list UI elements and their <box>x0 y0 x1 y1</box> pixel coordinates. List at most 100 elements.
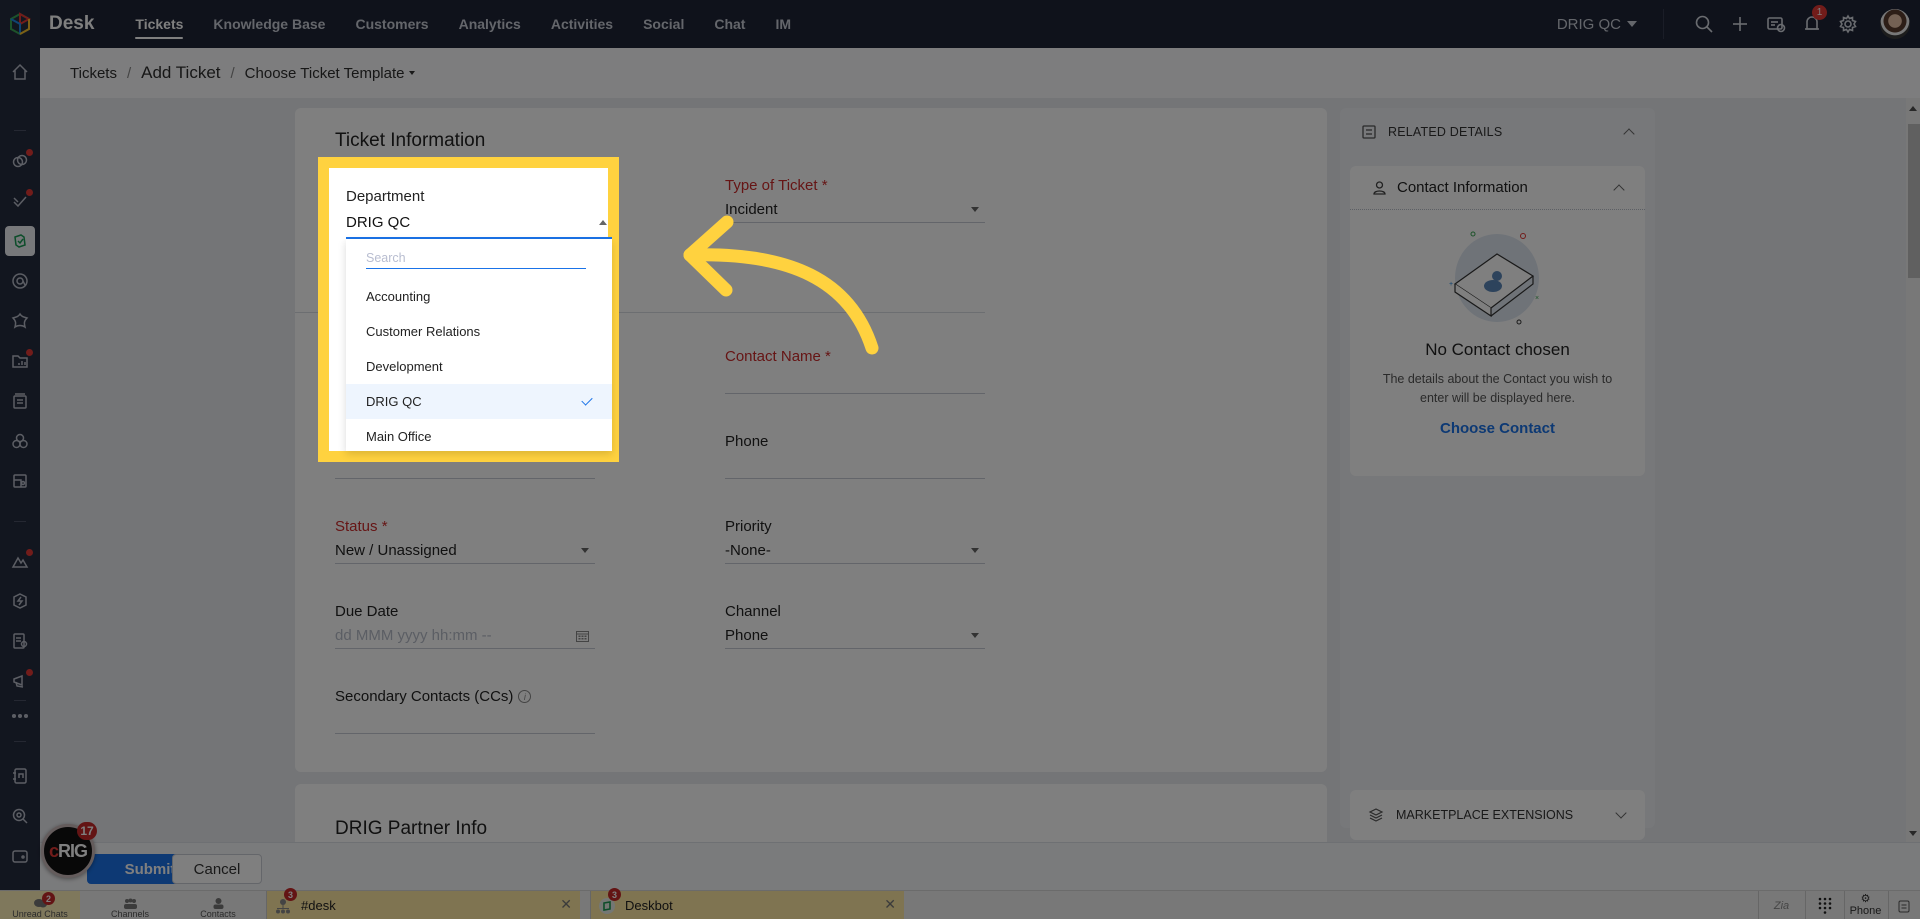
close-icon[interactable]: ✕ <box>884 896 896 913</box>
wallet-icon <box>12 850 28 863</box>
scrollbar-thumb[interactable] <box>1908 124 1920 278</box>
close-icon[interactable]: ✕ <box>560 896 572 913</box>
chat-tab-deskbot[interactable]: Deskbot 3 ✕ <box>590 888 904 919</box>
department-switcher-label: DRIG QC <box>1556 15 1621 33</box>
department-search-input[interactable]: Search <box>366 247 586 269</box>
contact-information-header[interactable]: Contact Information <box>1350 166 1645 210</box>
add-button[interactable] <box>1722 0 1758 48</box>
info-icon[interactable]: i <box>518 690 532 703</box>
sidebar-more[interactable] <box>5 701 35 731</box>
layers-icon <box>1368 808 1384 822</box>
main-nav: Tickets Knowledge Base Customers Analyti… <box>120 0 806 48</box>
nav-chat[interactable]: Chat <box>699 0 760 48</box>
page-scrollbar[interactable] <box>1906 98 1920 842</box>
breadcrumb-tickets[interactable]: Tickets <box>70 65 117 82</box>
ticket-info-button[interactable] <box>1758 0 1794 48</box>
dialpad-button[interactable] <box>1805 891 1843 919</box>
option-label: Customer Relations <box>366 324 481 339</box>
option-label: Development <box>366 359 443 374</box>
type-of-ticket-select[interactable]: Incident <box>725 197 985 223</box>
user-icon <box>1373 181 1386 195</box>
more-dots-icon <box>11 713 29 719</box>
nav-tickets[interactable]: Tickets <box>120 0 198 48</box>
phone-input[interactable] <box>725 453 985 479</box>
settings-button[interactable] <box>1830 0 1866 48</box>
priority-select[interactable]: -None- <box>725 538 985 564</box>
secondary-contacts-input[interactable] <box>335 708 595 734</box>
channels-tab[interactable]: Channels <box>90 891 170 919</box>
sidebar-knowledge[interactable] <box>5 626 35 656</box>
annotation-arrow-icon <box>683 215 879 355</box>
contacts-tab[interactable]: Contacts <box>178 891 258 919</box>
nav-customers[interactable]: Customers <box>340 0 443 48</box>
sidebar-search-analysis[interactable] <box>5 801 35 831</box>
nav-social[interactable]: Social <box>628 0 699 48</box>
nav-activities[interactable]: Activities <box>536 0 628 48</box>
due-date-input[interactable]: dd MMM yyyy hh:mm -- <box>335 623 595 649</box>
department-select[interactable]: DRIG QC <box>346 207 612 239</box>
sidebar-articles[interactable] <box>5 386 35 416</box>
list-icon <box>1362 125 1376 139</box>
sidebar-community[interactable] <box>5 546 35 576</box>
sidebar-modules[interactable] <box>5 426 35 456</box>
scroll-up-arrow[interactable] <box>1909 106 1917 111</box>
notifications-button[interactable]: 1 <box>1794 0 1830 48</box>
status-select[interactable]: New / Unassigned <box>335 538 595 564</box>
option-label: Accounting <box>366 289 431 304</box>
sidebar-notebook[interactable] <box>5 761 35 791</box>
breadcrumb-separator: / <box>230 64 235 82</box>
sidebar-mentions[interactable] <box>5 266 35 296</box>
scroll-down-arrow[interactable] <box>1909 831 1917 836</box>
caret-down-icon <box>971 548 979 553</box>
contact-information-card: Contact Information + × No Contact chose… <box>1350 166 1645 476</box>
section-title: DRIG Partner Info <box>335 818 488 839</box>
calendar-icon[interactable] <box>576 630 589 642</box>
chevron-up-icon[interactable] <box>1623 128 1635 140</box>
department-option-main-office[interactable]: Main Office <box>346 419 612 454</box>
channel-select[interactable]: Phone <box>725 623 985 649</box>
phone-settings-button[interactable]: ⚙ Phone <box>1844 891 1886 919</box>
search-button[interactable] <box>1686 0 1722 48</box>
priority-value: -None- <box>725 542 771 559</box>
zia-button[interactable]: Zia <box>1758 891 1804 919</box>
related-details-header[interactable]: RELATED DETAILS <box>1340 108 1655 156</box>
contact-name-input[interactable] <box>725 368 985 394</box>
due-date-placeholder: dd MMM yyyy hh:mm -- <box>335 627 492 644</box>
department-option-accounting[interactable]: Accounting <box>346 279 612 314</box>
sidebar-layouts[interactable] <box>5 466 35 496</box>
department-option-development[interactable]: Development <box>346 349 612 384</box>
chat-tab-desk[interactable]: #desk 3 ✕ <box>266 888 580 919</box>
chevron-up-icon[interactable] <box>1613 183 1625 196</box>
integrations-icon <box>11 312 29 329</box>
nav-analytics[interactable]: Analytics <box>444 0 536 48</box>
sidebar-approvals[interactable] <box>5 186 35 216</box>
unread-chats-label: Unread Chats <box>12 909 68 919</box>
department-option-drig-qc[interactable]: DRIG QC <box>346 384 612 419</box>
choose-ticket-template-menu[interactable]: Choose Ticket Template <box>245 65 416 82</box>
department-option-customer-relations[interactable]: Customer Relations <box>346 314 612 349</box>
contacts-label: Contacts <box>200 909 236 919</box>
notes-button[interactable] <box>1888 891 1920 919</box>
section-title: Ticket Information <box>335 130 486 151</box>
nav-knowledge-base[interactable]: Knowledge Base <box>198 0 340 48</box>
sidebar-collaboration[interactable] <box>5 146 35 176</box>
chevron-down-icon[interactable] <box>1615 807 1627 819</box>
nav-im[interactable]: IM <box>760 0 806 48</box>
gear-icon <box>1839 14 1857 34</box>
desk-logo[interactable] <box>0 0 40 48</box>
department-switcher[interactable]: DRIG QC <box>1537 9 1664 39</box>
caret-up-icon <box>599 219 607 225</box>
sidebar-home[interactable] <box>5 57 35 87</box>
cancel-button[interactable]: Cancel <box>172 854 262 884</box>
sidebar-integrations[interactable] <box>5 306 35 336</box>
user-avatar[interactable] <box>1880 9 1910 39</box>
choose-contact-link[interactable]: Choose Contact <box>1350 420 1645 437</box>
sidebar-reports[interactable] <box>5 346 35 376</box>
unread-chats-tab[interactable]: Unread Chats 2 <box>0 891 80 919</box>
drig-bubble-text: RIG <box>58 840 88 861</box>
sidebar-wallet[interactable] <box>5 841 35 871</box>
marketplace-extensions-header[interactable]: MARKETPLACE EXTENSIONS <box>1350 790 1645 840</box>
sidebar-tickets[interactable] <box>5 226 35 256</box>
sidebar-automation[interactable] <box>5 586 35 616</box>
sidebar-campaigns[interactable] <box>5 666 35 696</box>
